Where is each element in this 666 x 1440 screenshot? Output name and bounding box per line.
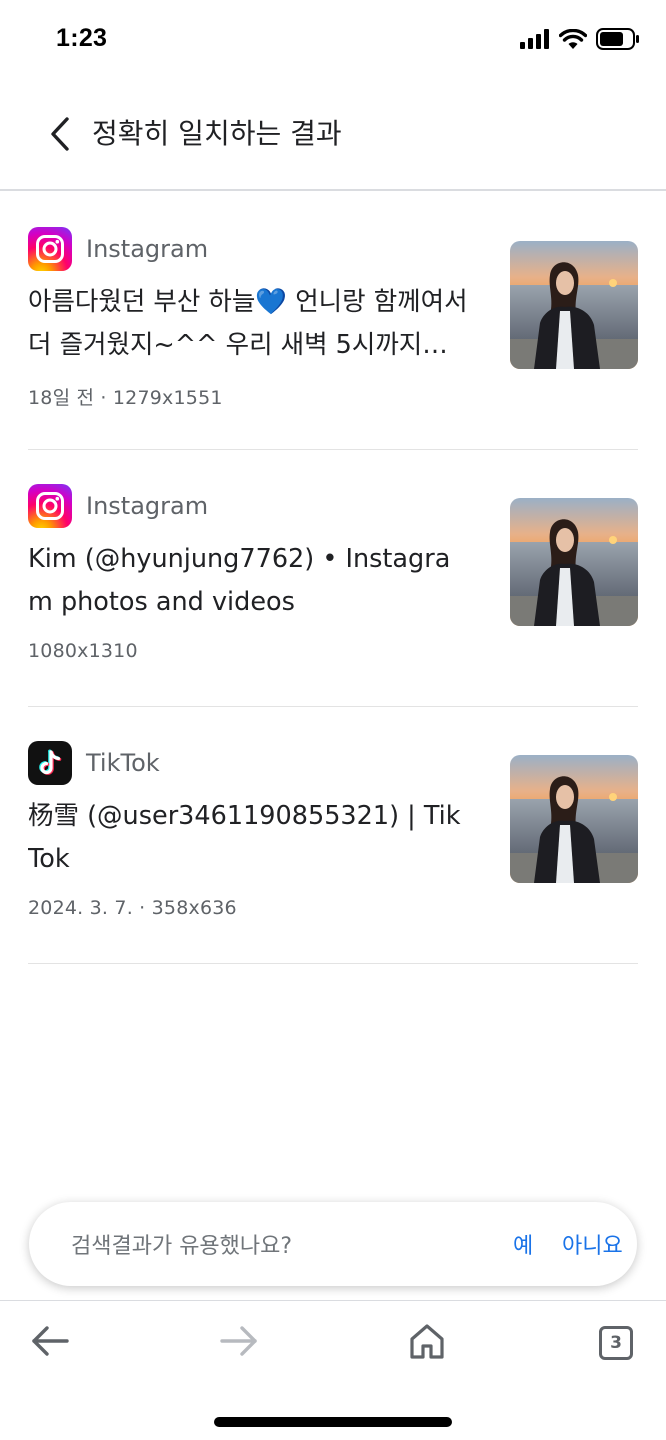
- result-meta: 18일 전 · 1279x1551: [28, 387, 223, 409]
- header: 정확히 일치하는 결과: [0, 84, 666, 191]
- arrow-left-icon: [30, 1325, 70, 1361]
- signal-icon: [520, 29, 550, 53]
- home-icon: [409, 1323, 445, 1363]
- feedback-card: 검색결과가 유용했나요? 예 아니요: [29, 1202, 637, 1286]
- result-item[interactable]: Instagram Kim (@hyunjung7762) • Instagra…: [28, 450, 638, 707]
- result-thumbnail[interactable]: [510, 755, 638, 883]
- tab-count: 3: [599, 1326, 633, 1360]
- result-title-text: 杨雪 (@user3461190855321) | TikTok: [28, 801, 461, 874]
- wifi-icon: [558, 28, 588, 53]
- instagram-logo: [28, 227, 72, 271]
- chevron-left-icon: [49, 116, 71, 156]
- result-title[interactable]: 杨雪 (@user3461190855321) | TikTok: [28, 795, 468, 881]
- instagram-logo: [28, 484, 72, 528]
- home-indicator: [214, 1417, 452, 1427]
- result-meta: 1080x1310: [28, 640, 138, 662]
- result-title-text: 아름다웠던 부산 하늘💙 언니랑 함께여서 더 즐거웠지~^^ 우리 새벽 5시…: [28, 287, 468, 360]
- feedback-no-button[interactable]: 아니요: [562, 1228, 623, 1260]
- result-source: TikTok: [28, 741, 160, 785]
- feedback-question: 검색결과가 유용했나요?: [71, 1234, 293, 1259]
- battery-icon: [596, 28, 640, 54]
- bottom-toolbar: 3: [0, 1300, 666, 1440]
- back-button[interactable]: [40, 114, 80, 158]
- status-bar: 1:23: [0, 0, 666, 84]
- arrow-right-icon: [219, 1325, 259, 1361]
- result-thumbnail[interactable]: [510, 241, 638, 369]
- nav-home-button[interactable]: [403, 1319, 451, 1367]
- result-meta: 2024. 3. 7. · 358x636: [28, 897, 237, 919]
- result-source: Instagram: [28, 484, 208, 528]
- page-title: 정확히 일치하는 결과: [92, 117, 342, 150]
- result-source-name: Instagram: [86, 492, 209, 520]
- tab-switcher-button[interactable]: 3: [592, 1319, 640, 1367]
- nav-back-button[interactable]: [26, 1319, 74, 1367]
- result-item[interactable]: Instagram 아름다웠던 부산 하늘💙 언니랑 함께여서 더 즐거웠지~^…: [28, 193, 638, 450]
- nav-forward-button[interactable]: [215, 1319, 263, 1367]
- status-icons: [520, 28, 640, 54]
- results-list: Instagram 아름다웠던 부산 하늘💙 언니랑 함께여서 더 즐거웠지~^…: [0, 193, 666, 964]
- result-source: Instagram: [28, 227, 208, 271]
- result-source-name: TikTok: [86, 749, 160, 777]
- result-title[interactable]: 아름다웠던 부산 하늘💙 언니랑 함께여서 더 즐거웠지~^^ 우리 새벽 5시…: [28, 281, 468, 367]
- tiktok-logo: [28, 741, 72, 785]
- result-title-text: Kim (@hyunjung7762) • Instagram photos a…: [28, 544, 451, 617]
- result-item[interactable]: TikTok 杨雪 (@user3461190855321) | TikTok …: [28, 707, 638, 964]
- feedback-yes-button[interactable]: 예: [513, 1228, 533, 1260]
- result-source-name: Instagram: [86, 235, 209, 263]
- status-time: 1:23: [56, 24, 108, 52]
- result-title[interactable]: Kim (@hyunjung7762) • Instagram photos a…: [28, 538, 468, 624]
- result-thumbnail[interactable]: [510, 498, 638, 626]
